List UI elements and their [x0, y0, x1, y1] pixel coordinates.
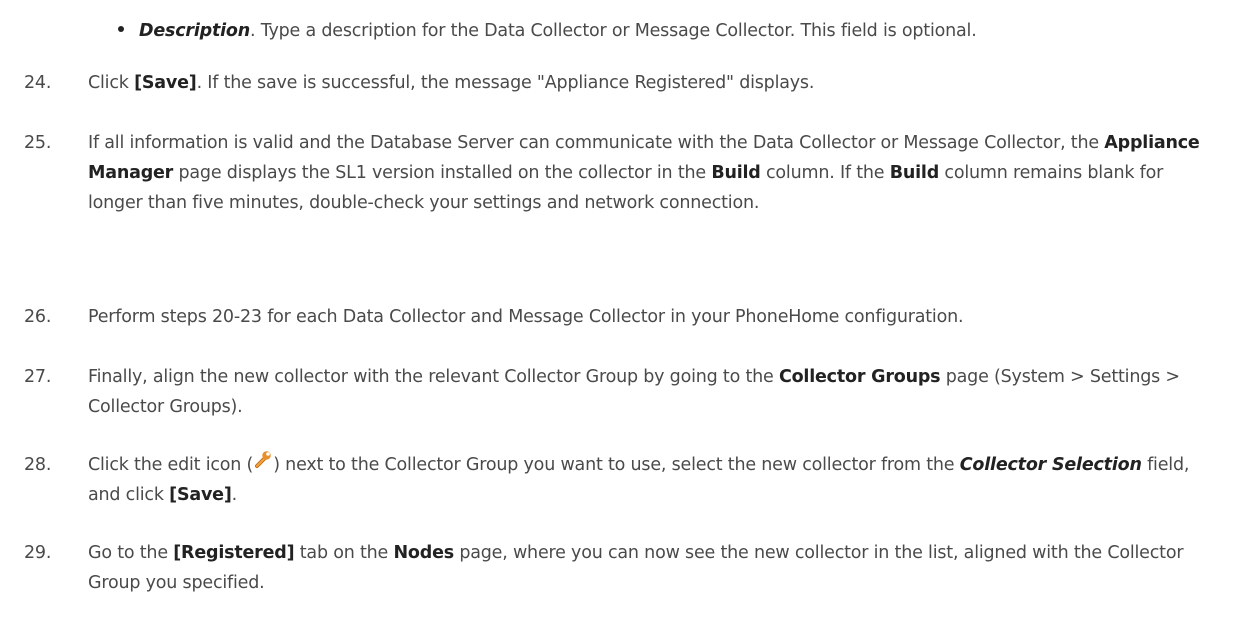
step-number: 25.: [24, 133, 52, 153]
registered-tab-ref: [Registered]: [173, 543, 295, 563]
text-fragment: page displays the SL1 version installed …: [173, 163, 712, 183]
step-number: 26.: [24, 307, 52, 327]
step-number: 24.: [24, 73, 52, 93]
step-text: Finally, align the new collector with th…: [88, 362, 1210, 422]
text-fragment: Click: [88, 73, 135, 93]
nodes-page-ref: Nodes: [393, 543, 454, 563]
text-fragment: If all information is valid and the Data…: [88, 133, 1105, 153]
text-fragment: ) next to the Collector Group you want t…: [273, 455, 960, 475]
step-number: 29.: [24, 543, 52, 563]
text-fragment: column. If the: [760, 163, 890, 183]
step-text: Go to the [Registered] tab on the Nodes …: [88, 538, 1210, 598]
build-column-ref: Build: [711, 163, 761, 183]
save-button-ref: [Save]: [134, 73, 197, 93]
text-fragment: Click the edit icon (: [88, 455, 254, 475]
text-fragment: Go to the: [88, 543, 174, 563]
bullet-dot: [118, 26, 124, 32]
save-button-ref: [Save]: [169, 485, 232, 505]
text-fragment: .: [231, 485, 238, 505]
step-text: If all information is valid and the Data…: [88, 128, 1210, 218]
description-bullet-text: . Type a description for the Data Collec…: [250, 21, 977, 41]
document-page: Description. Type a description for the …: [0, 0, 1234, 624]
text-fragment: tab on the: [294, 543, 394, 563]
step-text: Click the edit icon ( ) next to the Colle…: [88, 450, 1210, 510]
collector-selection-field-ref: Collector Selection: [959, 455, 1142, 475]
step-number: 28.: [24, 455, 52, 475]
step-number: 27.: [24, 367, 52, 387]
description-bullet: Description. Type a description for the …: [118, 16, 1228, 46]
build-column-ref: Build: [889, 163, 940, 183]
text-fragment: . If the save is successful, the message…: [196, 73, 815, 93]
text-fragment: Finally, align the new collector with th…: [88, 367, 779, 387]
step-text: Click [Save]. If the save is successful,…: [88, 68, 1210, 98]
step-text: Perform steps 20-23 for each Data Collec…: [88, 307, 964, 327]
description-field-term: Description: [139, 21, 250, 41]
collector-groups-ref: Collector Groups: [778, 367, 941, 387]
wrench-edit-icon: [254, 448, 272, 478]
